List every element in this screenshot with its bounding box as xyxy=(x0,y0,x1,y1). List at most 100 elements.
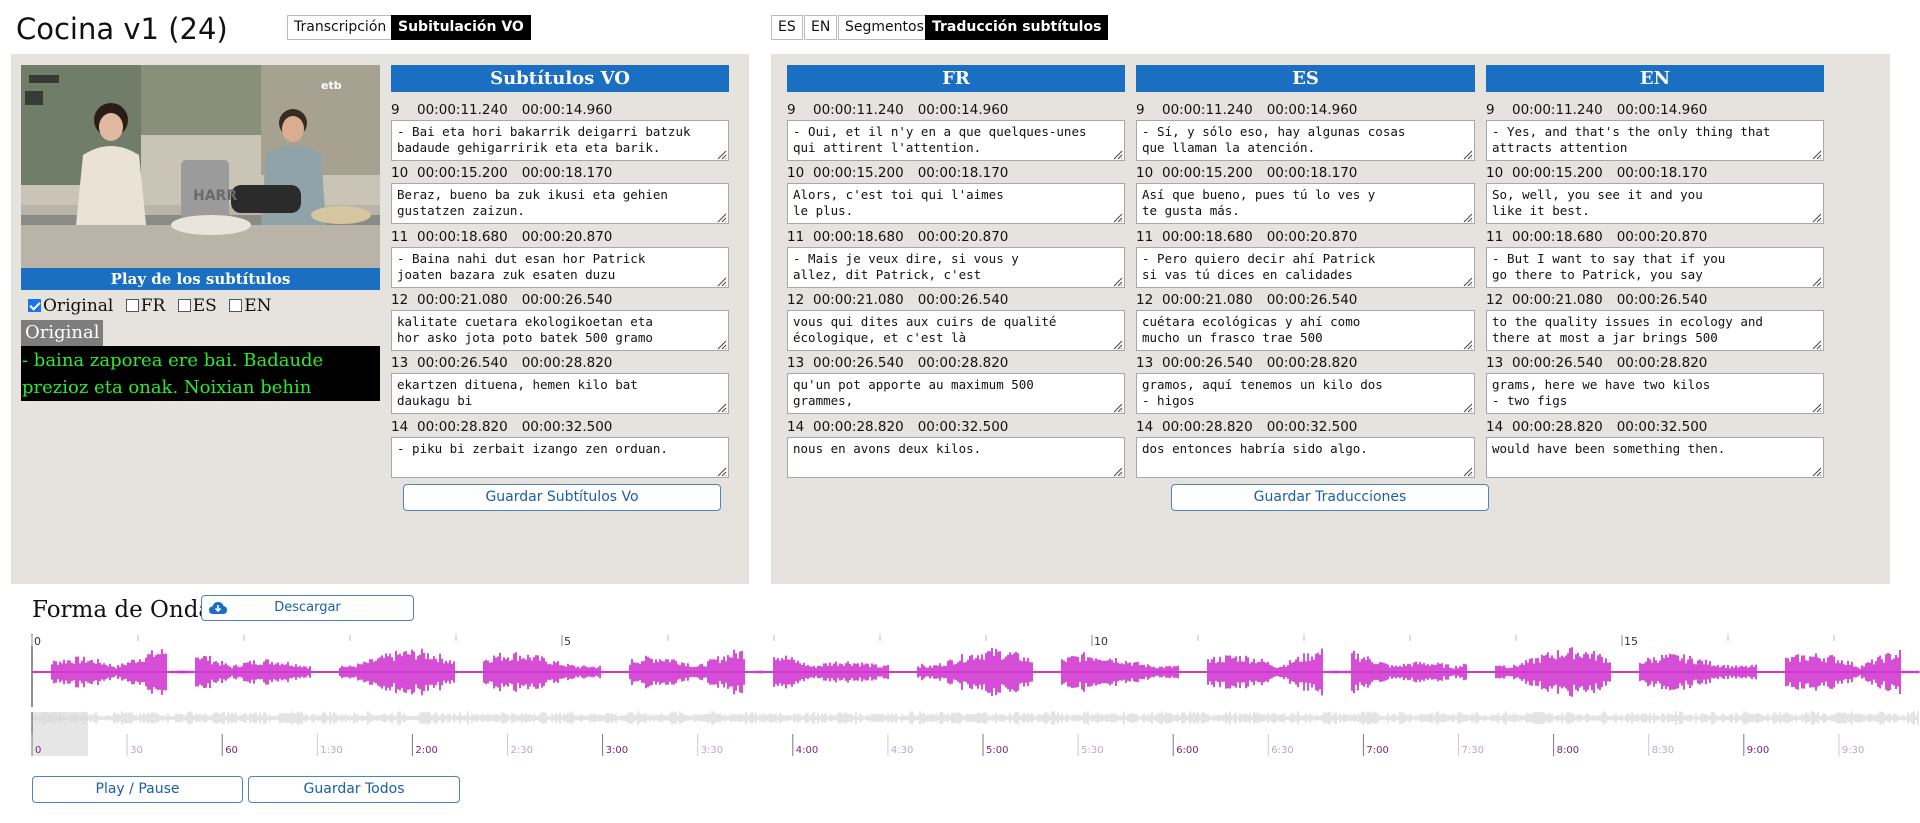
segment-start-time: 00:00:26.540 xyxy=(1162,355,1253,372)
resize-handle-icon[interactable] xyxy=(1811,466,1822,477)
resize-handle-icon[interactable] xyxy=(1112,466,1123,477)
segment-number: 11 xyxy=(1136,228,1154,245)
segment-start-time: 00:00:18.680 xyxy=(1162,228,1253,245)
tab-segmentos[interactable]: Segmentos xyxy=(838,15,931,40)
segment-text-field[interactable]: - Bai eta hori bakarrik deigarri batzuk … xyxy=(391,120,729,161)
segment-number: 12 xyxy=(391,291,409,308)
segment-text-field[interactable]: Beraz, bueno ba zuk ikusi eta gehien gus… xyxy=(391,183,729,225)
checkbox-fr[interactable]: FR xyxy=(125,296,165,316)
segment-text-field[interactable]: So, well, you see it and you like it bes… xyxy=(1486,183,1824,225)
segment-text-field[interactable]: - Baina nahi dut esan hor Patrick joaten… xyxy=(391,246,729,288)
resize-handle-icon[interactable] xyxy=(1462,212,1473,223)
segment-text-field[interactable]: - Yes, and that's the only thing that at… xyxy=(1486,120,1824,161)
subtitle-segment: 9 00:00:11.240 00:00:14.960 - Yes, and that… xyxy=(1486,100,1824,162)
resize-handle-icon[interactable] xyxy=(1811,149,1822,160)
segment-end-time: 00:00:28.820 xyxy=(1616,355,1708,372)
resize-handle-icon[interactable] xyxy=(1462,466,1473,477)
segment-number: 14 xyxy=(787,418,805,435)
resize-handle-icon[interactable] xyxy=(716,402,727,413)
segment-text-field[interactable]: cuétara ecológicas y ahí como mucho un f… xyxy=(1136,309,1475,351)
tab-es[interactable]: ES xyxy=(771,15,803,40)
segment-text-field[interactable]: Así que bueno, pues tú lo ves y te gusta… xyxy=(1136,183,1475,225)
checkbox-original[interactable]: Original xyxy=(28,296,113,316)
subtitle-segment: 10 00:00:15.200 00:00:18.170 So, well, you … xyxy=(1486,163,1824,225)
resize-handle-icon[interactable] xyxy=(1462,339,1473,350)
overview-tick-label: 2:00 xyxy=(415,745,437,756)
segment-text-field[interactable]: grams, here we have two kilos - two figs xyxy=(1486,373,1824,415)
resize-handle-icon[interactable] xyxy=(716,339,727,350)
download-button[interactable]: Descargar xyxy=(201,595,414,621)
segment-text-field[interactable]: - But I want to say that if you go there… xyxy=(1486,246,1824,288)
tab-traduccion-subtitulos[interactable]: Traducción subtítulos xyxy=(925,15,1109,40)
checkbox-original-box[interactable] xyxy=(28,299,41,312)
resize-handle-icon[interactable] xyxy=(1112,339,1123,350)
checkbox-es[interactable]: ES xyxy=(177,296,217,316)
resize-handle-icon[interactable] xyxy=(1811,402,1822,413)
resize-handle-icon[interactable] xyxy=(1112,276,1123,287)
resize-handle-icon[interactable] xyxy=(716,276,727,287)
segment-text-field[interactable]: - piku bi zerbait izango zen orduan. xyxy=(391,436,729,478)
resize-handle-icon[interactable] xyxy=(1811,212,1822,223)
play-pause-button[interactable]: Play / Pause xyxy=(32,776,243,803)
resize-handle-icon[interactable] xyxy=(716,212,727,223)
segment-text-field[interactable]: kalitate cuetara ekologikoetan eta hor a… xyxy=(391,309,729,351)
subtitle-segment: 13 00:00:26.540 00:00:28.820 gramos, aquí t… xyxy=(1136,353,1475,415)
segment-meta: 11 00:00:18.680 00:00:20.870 xyxy=(787,227,1022,247)
overview-tick-label: 7:00 xyxy=(1366,745,1388,756)
segment-text-field[interactable]: vous qui dites aux cuirs de qualité écol… xyxy=(787,309,1125,351)
tab-subtitulacion-vo[interactable]: Subitulación VO xyxy=(391,15,531,40)
segment-start-time: 00:00:11.240 xyxy=(813,102,904,118)
resize-handle-icon[interactable] xyxy=(1112,212,1123,223)
segment-text-field[interactable]: - Sí, y sólo eso, hay algunas cosas que … xyxy=(1136,120,1475,161)
tab-transcripcion[interactable]: Transcripción xyxy=(287,15,394,40)
segment-text-field[interactable]: to the quality issues in ecology and the… xyxy=(1486,309,1824,351)
segment-text-field[interactable]: would have been something then. xyxy=(1486,436,1824,478)
segment-text-field[interactable]: - Mais je veux dire, si vous y allez, di… xyxy=(787,246,1125,288)
segment-text-field[interactable]: Alors, c'est toi qui l'aimes le plus. xyxy=(787,183,1125,225)
segment-end-time: 00:00:14.960 xyxy=(917,102,1009,118)
segment-meta: 14 00:00:28.820 00:00:32.500 xyxy=(787,417,1022,437)
resize-handle-icon[interactable] xyxy=(716,149,727,160)
subtitle-segment: 14 00:00:28.820 00:00:32.500 would have bee… xyxy=(1486,417,1824,479)
resize-handle-icon[interactable] xyxy=(1462,149,1473,160)
waveform-canvas[interactable]: 0 5 10 15 0 30 60 1:30 2:00 2:30 3:00 3:30 4:00 4:30 5… xyxy=(0,632,1920,760)
segment-number: 13 xyxy=(391,355,409,372)
segment-text-field[interactable]: nous en avons deux kilos. xyxy=(787,436,1125,478)
save-vo-button[interactable]: Guardar Subtítulos Vo xyxy=(403,484,721,511)
segment-meta: 10 00:00:15.200 00:00:18.170 xyxy=(391,163,626,183)
resize-handle-icon[interactable] xyxy=(1462,276,1473,287)
segment-text-field[interactable]: qu'un pot apporte au maximum 500 grammes… xyxy=(787,373,1125,415)
resize-handle-icon[interactable] xyxy=(1811,276,1822,287)
segment-number: 9 xyxy=(787,102,796,118)
overview-tick-label: 30 xyxy=(130,745,143,756)
save-translations-button[interactable]: Guardar Traducciones xyxy=(1171,484,1489,511)
segment-end-time: 00:00:28.820 xyxy=(521,355,613,372)
overview-tick-label: 7:30 xyxy=(1462,745,1484,756)
cloud-download-icon xyxy=(209,602,227,614)
resize-handle-icon[interactable] xyxy=(1112,402,1123,413)
segment-end-time: 00:00:26.540 xyxy=(917,291,1009,308)
waveform-overview xyxy=(31,711,1919,725)
segment-text-field[interactable]: dos entonces habría sido algo. xyxy=(1136,436,1475,478)
resize-handle-icon[interactable] xyxy=(1462,402,1473,413)
segment-meta: 14 00:00:28.820 00:00:32.500 xyxy=(391,417,626,437)
resize-handle-icon[interactable] xyxy=(716,466,727,477)
segment-text-field[interactable]: - Oui, et il n'y en a que quelques-unes … xyxy=(787,120,1125,161)
segment-text-field[interactable]: gramos, aquí tenemos un kilo dos - higos xyxy=(1136,373,1475,415)
checkbox-en-box[interactable] xyxy=(229,299,243,312)
checkbox-fr-box[interactable] xyxy=(125,299,139,312)
resize-handle-icon[interactable] xyxy=(1811,339,1822,350)
segment-start-time: 00:00:28.820 xyxy=(417,418,508,435)
timeline-tick-label: 15 xyxy=(1624,635,1638,648)
segment-text-field[interactable]: - Pero quiero decir ahí Patrick si vas t… xyxy=(1136,246,1475,288)
video-player[interactable]: HARR etb xyxy=(21,65,380,268)
tab-en[interactable]: EN xyxy=(804,15,838,40)
checkbox-es-box[interactable] xyxy=(177,299,191,312)
page-title: Cocina v1 (24) xyxy=(16,12,228,46)
checkbox-en[interactable]: EN xyxy=(229,296,272,316)
save-all-button[interactable]: Guardar Todos xyxy=(248,776,460,803)
segment-number: 10 xyxy=(1486,165,1504,182)
play-subtitles-button[interactable]: Play de los subtítulos xyxy=(21,268,380,290)
segment-text-field[interactable]: ekartzen dituena, hemen kilo bat daukagu… xyxy=(391,373,729,415)
resize-handle-icon[interactable] xyxy=(1112,149,1123,160)
